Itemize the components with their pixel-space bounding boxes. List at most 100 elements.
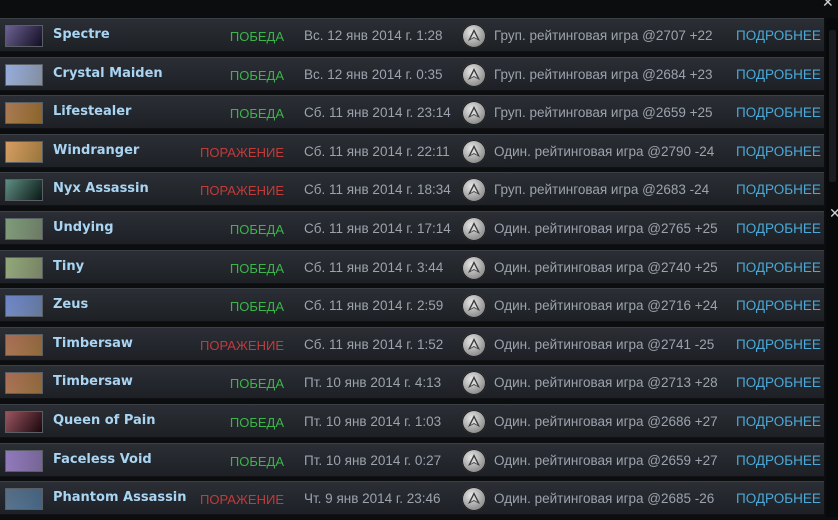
hero-name[interactable]: Faceless Void (53, 452, 152, 467)
match-result: ПОБЕДА (229, 299, 284, 315)
hero-name[interactable]: Zeus (53, 297, 88, 312)
match-date: Сб. 11 янв 2014 г. 23:14 (304, 105, 451, 121)
match-row[interactable]: Crystal Maiden ПОБЕДА Вс. 12 янв 2014 г.… (0, 56, 824, 91)
ranked-mode-icon (462, 62, 486, 87)
details-link[interactable]: ПОДРОБНЕЕ (736, 337, 821, 352)
match-history-list: Spectre ПОБЕДА Вс. 12 янв 2014 г. 1:28 Г… (0, 18, 824, 520)
match-row[interactable]: Windranger ПОРАЖЕНИЕ Сб. 11 янв 2014 г. … (0, 133, 824, 168)
hero-portrait[interactable] (5, 410, 43, 433)
match-date: Сб. 11 янв 2014 г. 18:34 (304, 182, 451, 198)
hero-name[interactable]: Spectre (53, 27, 110, 42)
match-result: ПОБЕДА (229, 29, 284, 44)
hero-name[interactable]: Tiny (53, 259, 84, 274)
match-mode: Один. рейтинговая игра @2716 +24 (494, 298, 718, 314)
match-mode: Груп. рейтинговая игра @2684 +23 (494, 66, 713, 82)
match-date: Пт. 10 янв 2014 г. 1:03 (304, 413, 442, 429)
match-row[interactable]: Faceless Void ПОБЕДА Пт. 10 янв 2014 г. … (0, 442, 824, 477)
match-row[interactable]: Phantom Assassin ПОРАЖЕНИЕ Чт. 9 янв 201… (0, 481, 824, 516)
details-link[interactable]: ПОДРОБНЕЕ (736, 260, 821, 275)
ranked-mode-icon (462, 409, 486, 434)
close-icon[interactable]: ✕ (822, 0, 834, 10)
hero-portrait[interactable] (5, 102, 43, 125)
scrollbar-thumb[interactable] (829, 30, 836, 182)
match-result: ПОБЕДА (229, 376, 284, 392)
details-link[interactable]: ПОДРОБНЕЕ (736, 144, 821, 159)
ranked-mode-icon (462, 139, 486, 164)
hero-name[interactable]: Timbersaw (53, 374, 133, 389)
match-result: ПОБЕДА (229, 260, 284, 276)
hero-name[interactable]: Lifestealer (53, 104, 131, 119)
match-row[interactable]: Timbersaw ПОРАЖЕНИЕ Сб. 11 янв 2014 г. 1… (0, 326, 824, 361)
match-result: ПОРАЖЕНИЕ (199, 183, 284, 199)
hero-name[interactable]: Phantom Assassin (53, 490, 187, 505)
hero-portrait[interactable] (5, 63, 43, 86)
match-result: ПОБЕДА (229, 67, 284, 83)
match-row[interactable]: Spectre ПОБЕДА Вс. 12 янв 2014 г. 1:28 Г… (0, 18, 824, 52)
ranked-mode-icon (462, 294, 486, 319)
hero-name[interactable]: Nyx Assassin (53, 181, 149, 196)
match-row[interactable]: Zeus ПОБЕДА Сб. 11 янв 2014 г. 2:59 Один… (0, 288, 824, 323)
match-row[interactable]: Queen of Pain ПОБЕДА Пт. 10 янв 2014 г. … (0, 403, 824, 438)
match-result: ПОРАЖЕНИЕ (199, 337, 284, 353)
hero-portrait[interactable] (5, 333, 43, 356)
match-date: Сб. 11 янв 2014 г. 17:14 (304, 220, 451, 236)
hero-portrait[interactable] (5, 449, 43, 472)
match-date: Сб. 11 янв 2014 г. 1:52 (304, 336, 444, 352)
match-result: ПОБЕДА (229, 453, 284, 469)
match-result: ПОБЕДА (229, 106, 284, 122)
close-icon[interactable]: ✕ (829, 207, 838, 221)
match-row[interactable]: Timbersaw ПОБЕДА Пт. 10 янв 2014 г. 4:13… (0, 365, 824, 400)
details-link[interactable]: ПОДРОБНЕЕ (736, 298, 821, 313)
details-link[interactable]: ПОДРОБНЕЕ (736, 221, 821, 236)
hero-name[interactable]: Timbersaw (53, 336, 133, 351)
details-link[interactable]: ПОДРОБНЕЕ (736, 453, 821, 468)
hero-portrait[interactable] (5, 372, 43, 395)
details-link[interactable]: ПОДРОБНЕЕ (736, 105, 821, 120)
hero-portrait[interactable] (5, 295, 43, 318)
hero-name[interactable]: Undying (53, 220, 114, 235)
match-mode: Один. рейтинговая игра @2790 -24 (494, 143, 715, 159)
match-result: ПОБЕДА (229, 414, 284, 430)
details-link[interactable]: ПОДРОБНЕЕ (736, 67, 821, 82)
match-row[interactable]: Lifestealer ПОБЕДА Сб. 11 янв 2014 г. 23… (0, 95, 824, 130)
match-mode: Один. рейтинговая игра @2740 +25 (494, 259, 718, 275)
hero-name[interactable]: Crystal Maiden (53, 66, 163, 81)
match-result: ПОРАЖЕНИЕ (199, 144, 284, 160)
ranked-mode-icon (462, 255, 486, 280)
match-date: Вс. 12 янв 2014 г. 1:28 (304, 28, 443, 43)
match-mode: Один. рейтинговая игра @2686 +27 (494, 413, 718, 429)
match-date: Пт. 10 янв 2014 г. 0:27 (304, 452, 442, 468)
details-link[interactable]: ПОДРОБНЕЕ (736, 414, 821, 429)
match-row[interactable]: Nyx Assassin ПОРАЖЕНИЕ Сб. 11 янв 2014 г… (0, 172, 824, 207)
match-row[interactable]: Tiny ПОБЕДА Сб. 11 янв 2014 г. 3:44 Один… (0, 249, 824, 284)
details-link[interactable]: ПОДРОБНЕЕ (736, 491, 821, 506)
hero-portrait[interactable] (5, 179, 43, 202)
ranked-mode-icon (462, 371, 486, 396)
hero-portrait[interactable] (5, 140, 43, 163)
hero-portrait[interactable] (5, 256, 43, 279)
match-mode: Один. рейтинговая игра @2765 +25 (494, 220, 718, 236)
hero-name[interactable]: Queen of Pain (53, 413, 156, 428)
ranked-mode-icon (462, 487, 486, 512)
hero-portrait[interactable] (5, 217, 43, 240)
match-mode: Груп. рейтинговая игра @2683 -24 (494, 182, 710, 198)
match-mode: Груп. рейтинговая игра @2707 +22 (494, 28, 713, 43)
match-result: ПОБЕДА (229, 221, 284, 237)
ranked-mode-icon (462, 448, 486, 473)
match-date: Сб. 11 янв 2014 г. 22:11 (304, 143, 450, 159)
match-mode: Один. рейтинговая игра @2741 -25 (494, 336, 715, 352)
match-mode: Один. рейтинговая игра @2685 -26 (494, 491, 715, 507)
hero-name[interactable]: Windranger (53, 143, 139, 158)
match-row[interactable]: Undying ПОБЕДА Сб. 11 янв 2014 г. 17:14 … (0, 210, 824, 245)
match-mode: Груп. рейтинговая игра @2659 +25 (494, 105, 713, 121)
hero-portrait[interactable] (5, 25, 43, 47)
ranked-mode-icon (462, 178, 486, 203)
match-date: Сб. 11 янв 2014 г. 2:59 (304, 298, 444, 314)
details-link[interactable]: ПОДРОБНЕЕ (736, 28, 821, 43)
details-link[interactable]: ПОДРОБНЕЕ (736, 182, 821, 197)
details-link[interactable]: ПОДРОБНЕЕ (736, 375, 821, 390)
match-date: Чт. 9 янв 2014 г. 23:46 (304, 491, 441, 507)
ranked-mode-icon (462, 24, 486, 48)
match-mode: Один. рейтинговая игра @2659 +27 (494, 452, 718, 468)
hero-portrait[interactable] (5, 488, 43, 511)
